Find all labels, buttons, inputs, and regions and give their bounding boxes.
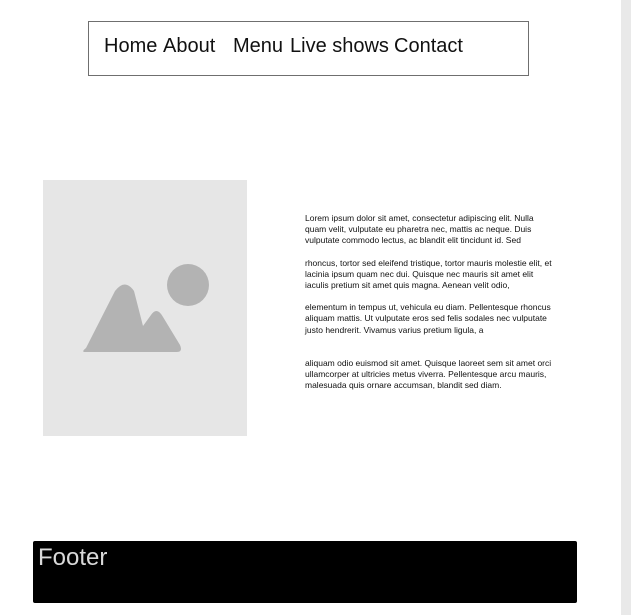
image-placeholder-icon <box>83 264 209 352</box>
nav-link-live-shows[interactable]: Live shows <box>290 34 389 58</box>
article-paragraph: Lorem ipsum dolor sit amet, consectetur … <box>305 213 534 246</box>
article-paragraph: elementum in tempus ut, vehicula eu diam… <box>305 302 551 335</box>
page-footer: Footer <box>33 541 577 603</box>
nav-link-contact[interactable]: Contact <box>394 34 463 58</box>
nav-link-menu[interactable]: Menu <box>233 34 283 58</box>
article-paragraph: rhoncus, tortor sed eleifend tristique, … <box>305 257 552 291</box>
article-paragraph: aliquam odio euismod sit amet. Quisque l… <box>305 357 552 391</box>
main-nav: Home About Menu Live shows Contact <box>88 21 529 76</box>
article-text: Lorem ipsum dolor sit amet, consectetur … <box>305 213 555 391</box>
nav-link-home[interactable]: Home <box>104 34 157 58</box>
nav-link-about[interactable]: About <box>163 34 215 58</box>
footer-title: Footer <box>38 544 108 571</box>
vertical-scrollbar[interactable] <box>621 0 631 615</box>
hero-image <box>43 180 247 436</box>
